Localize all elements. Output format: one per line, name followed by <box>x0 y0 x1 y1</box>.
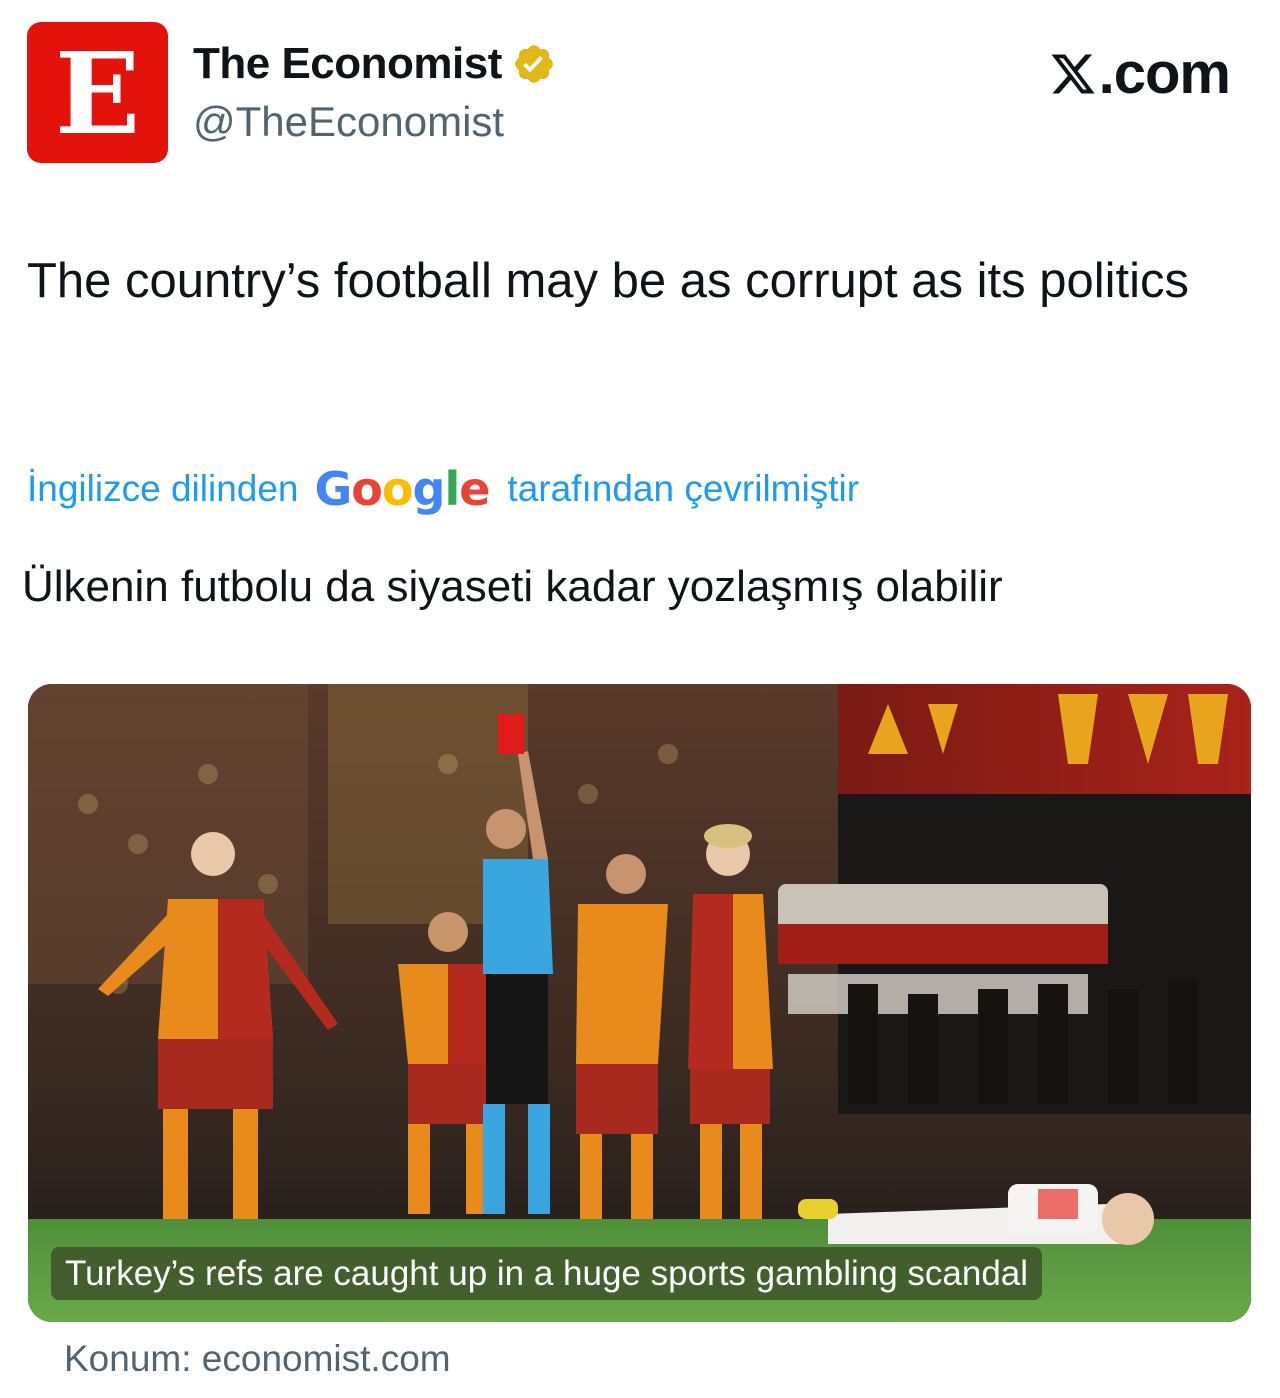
translated-tweet-text: Ülkenin futbolu da siyaseti kadar yozlaş… <box>22 562 1003 611</box>
author-name-row: The Economist <box>193 38 556 90</box>
football-photo <box>28 684 1251 1322</box>
google-letter: l <box>444 462 460 516</box>
author-handle[interactable]: @TheEconomist <box>193 98 504 146</box>
site-domain: .com <box>1098 41 1231 106</box>
translation-attribution[interactable]: İngilizce dilinden Google tarafından çev… <box>27 460 859 518</box>
logo-letter: E <box>54 28 141 160</box>
translation-prefix: İngilizce dilinden <box>27 468 299 509</box>
link-card-image[interactable] <box>28 684 1251 1322</box>
verified-badge-icon <box>515 45 553 83</box>
card-source-link[interactable]: Konum: economist.com <box>64 1338 451 1380</box>
translation-suffix: tarafından çevrilmiştir <box>507 468 860 509</box>
site-label: .com <box>1049 40 1231 107</box>
google-letter: G <box>314 462 353 516</box>
google-logo: Google <box>314 462 491 516</box>
google-letter: o <box>351 462 383 516</box>
google-letter: o <box>381 462 414 516</box>
author-name[interactable]: The Economist <box>193 39 502 89</box>
economist-logo[interactable]: E <box>27 22 168 163</box>
x-logo-icon <box>1051 54 1095 93</box>
google-letter: e <box>459 462 490 516</box>
tweet-text: The country’s football may be as corrupt… <box>27 254 1190 308</box>
google-letter: g <box>412 462 446 516</box>
card-caption: Turkey’s refs are caught up in a huge sp… <box>51 1247 1043 1300</box>
